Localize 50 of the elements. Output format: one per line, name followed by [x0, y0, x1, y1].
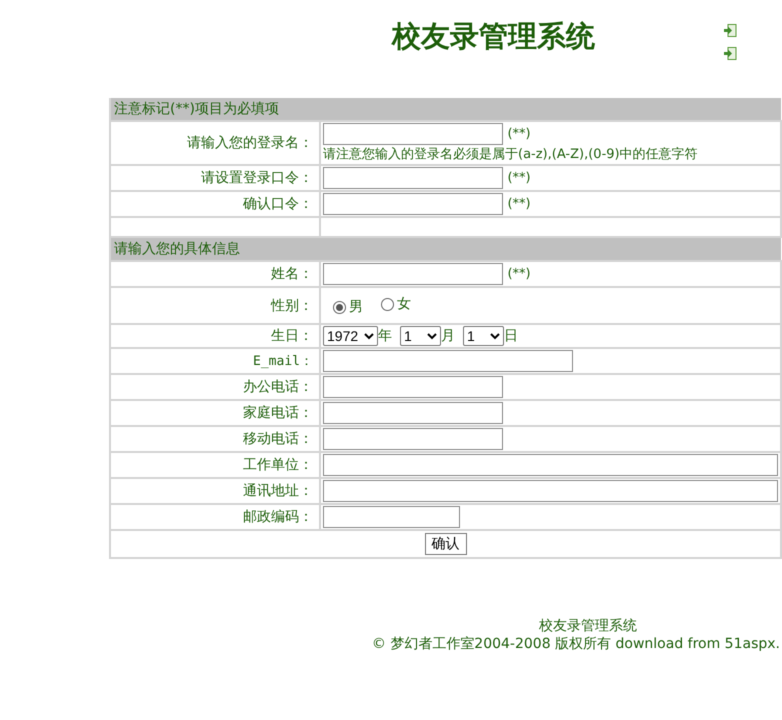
hint-text: 请注意您输入的登录名必须是属于(a-z),(A-Z),(0-9)中的任意字符 — [323, 146, 699, 163]
field-label: 家庭电话： — [243, 405, 313, 421]
chevron-down-icon — [427, 332, 437, 340]
section-heading: 注意标记(**)项目为必填项 — [110, 98, 781, 121]
field-label: 确认口令： — [243, 196, 313, 212]
input-field[interactable] — [323, 376, 503, 398]
page-title: 校友录管理系统 — [392, 18, 595, 55]
input-field[interactable] — [323, 506, 460, 528]
input-field[interactable] — [323, 350, 573, 372]
field-label: 生日： — [271, 328, 313, 344]
field-label: 工作单位： — [243, 457, 313, 473]
field-label: 邮政编码： — [243, 509, 313, 525]
input-field[interactable] — [323, 402, 503, 424]
input-field[interactable] — [323, 480, 778, 502]
date-unit: 月 — [441, 328, 455, 344]
required-mark: (**) — [507, 170, 531, 186]
radio-label: 女 — [397, 295, 411, 313]
radio-button[interactable] — [381, 298, 394, 310]
footer-title: 校友录管理系统 — [539, 617, 637, 635]
copyright-text: © 梦幻者工作室2004-2008 版权所有 download from 51aspx. — [372, 635, 780, 653]
confirm-button[interactable]: 确认 — [424, 533, 466, 555]
date-unit: 日 — [504, 328, 518, 344]
radio-label: 男 — [349, 298, 363, 316]
date-unit: 年 — [378, 328, 392, 344]
dropdown[interactable]: 1972 — [323, 326, 378, 346]
field-label: E_mail： — [253, 354, 313, 369]
section-heading: 请输入您的具体信息 — [110, 237, 781, 261]
sign-in-icon[interactable] — [724, 47, 737, 60]
chevron-down-icon — [364, 332, 374, 340]
field-label: 姓名： — [271, 266, 313, 282]
input-field[interactable] — [323, 428, 503, 450]
input-field[interactable] — [323, 123, 503, 145]
field-label: 办公电话： — [243, 379, 313, 395]
dropdown[interactable]: 1 — [400, 326, 441, 346]
input-field[interactable] — [323, 167, 503, 189]
field-label: 请输入您的登录名： — [187, 135, 313, 151]
required-mark: (**) — [507, 196, 531, 212]
required-mark: (**) — [507, 266, 531, 282]
field-label: 移动电话： — [243, 431, 313, 447]
input-field[interactable] — [323, 193, 503, 215]
required-mark: (**) — [507, 126, 531, 142]
input-field[interactable] — [323, 454, 778, 476]
dropdown[interactable]: 1 — [463, 326, 504, 346]
field-label: 通讯地址： — [243, 483, 313, 499]
field-label: 性别： — [271, 298, 313, 314]
radio-button[interactable] — [333, 300, 346, 314]
field-label: 请设置登录口令： — [201, 170, 313, 186]
sign-in-icon[interactable] — [724, 24, 737, 37]
input-field[interactable] — [323, 263, 503, 285]
chevron-down-icon — [490, 332, 500, 340]
